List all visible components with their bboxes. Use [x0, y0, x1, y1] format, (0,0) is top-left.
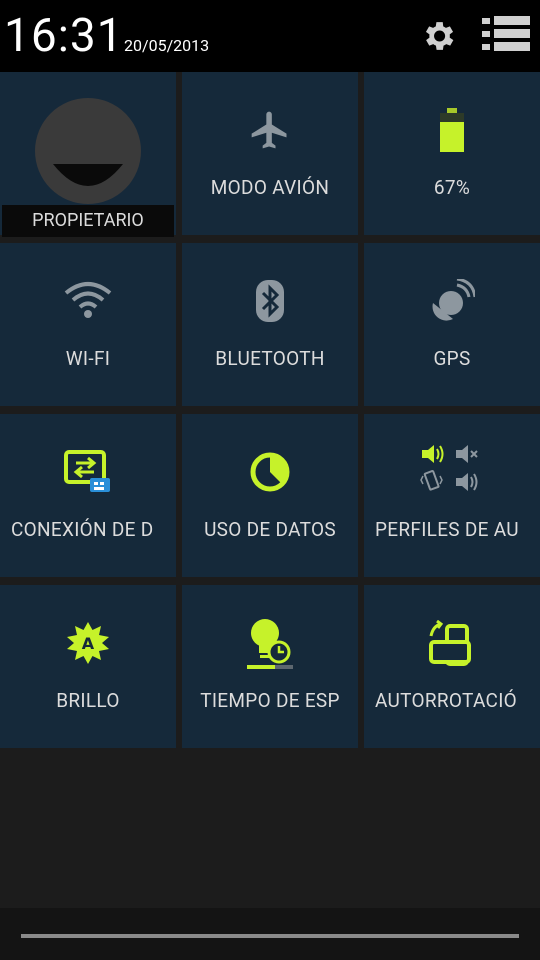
tile-airplane-label: MODO AVIÓN — [210, 176, 330, 199]
tile-gps[interactable]: GPS — [364, 243, 540, 406]
tile-bluetooth-label: BLUETOOTH — [215, 347, 325, 370]
audio-profiles-icon — [420, 445, 478, 491]
tile-data-usage[interactable]: USO DE DATOS — [182, 414, 358, 577]
panel-bottom-bar — [0, 908, 540, 960]
clock-time: 16:31 — [4, 9, 124, 63]
tile-tethering[interactable]: CONEXIÓN DE D — [0, 414, 176, 577]
clock-date: 20/05/2013 — [124, 36, 210, 55]
airplane-icon — [251, 111, 287, 149]
tile-owner-label: PROPIETARIO — [2, 205, 174, 237]
tile-data-usage-label: USO DE DATOS — [204, 518, 336, 541]
wifi-icon — [64, 282, 112, 318]
tile-owner[interactable]: PROPIETARIO — [0, 72, 176, 237]
tile-brightness-label: BRILLO — [56, 689, 120, 712]
tile-wifi[interactable]: WI-FI — [0, 243, 176, 406]
tile-airplane-mode[interactable]: MODO AVIÓN — [182, 72, 358, 235]
gps-icon — [432, 279, 475, 321]
settings-button[interactable] — [416, 14, 460, 58]
tethering-icon — [64, 450, 110, 492]
tile-tethering-label: CONEXIÓN DE D — [11, 518, 154, 541]
auto-rotate-icon — [429, 620, 471, 666]
notifications-list-button[interactable] — [480, 14, 532, 58]
tile-audio-profiles-label: PERFILES DE AU — [375, 518, 519, 541]
tile-battery-label: 67% — [433, 176, 471, 199]
tile-battery[interactable]: 67% — [364, 72, 540, 235]
avatar-icon — [35, 98, 141, 204]
tile-gps-label: GPS — [433, 347, 471, 370]
tile-bluetooth[interactable]: BLUETOOTH — [182, 243, 358, 406]
data-usage-icon — [250, 452, 290, 492]
gear-icon — [425, 22, 454, 50]
bluetooth-icon — [256, 280, 284, 322]
tile-auto-rotate-label: AUTORROTACIÓ — [375, 689, 518, 712]
notification-header: 16:31 20/05/2013 — [0, 0, 540, 72]
brightness-icon: A — [67, 622, 109, 664]
tile-screen-timeout-label: TIEMPO DE ESP — [200, 689, 340, 712]
tile-brightness[interactable]: A BRILLO — [0, 585, 176, 748]
svg-text:A: A — [82, 634, 95, 653]
tile-auto-rotate[interactable]: AUTORROTACIÓ — [364, 585, 540, 748]
drag-handle[interactable] — [21, 934, 519, 938]
list-icon — [482, 16, 530, 51]
battery-icon — [440, 108, 464, 152]
tile-wifi-label: WI-FI — [65, 347, 111, 370]
screen-timeout-icon — [247, 619, 293, 669]
tile-audio-profiles[interactable]: PERFILES DE AU — [364, 414, 540, 577]
tile-screen-timeout[interactable]: TIEMPO DE ESP — [182, 585, 358, 748]
